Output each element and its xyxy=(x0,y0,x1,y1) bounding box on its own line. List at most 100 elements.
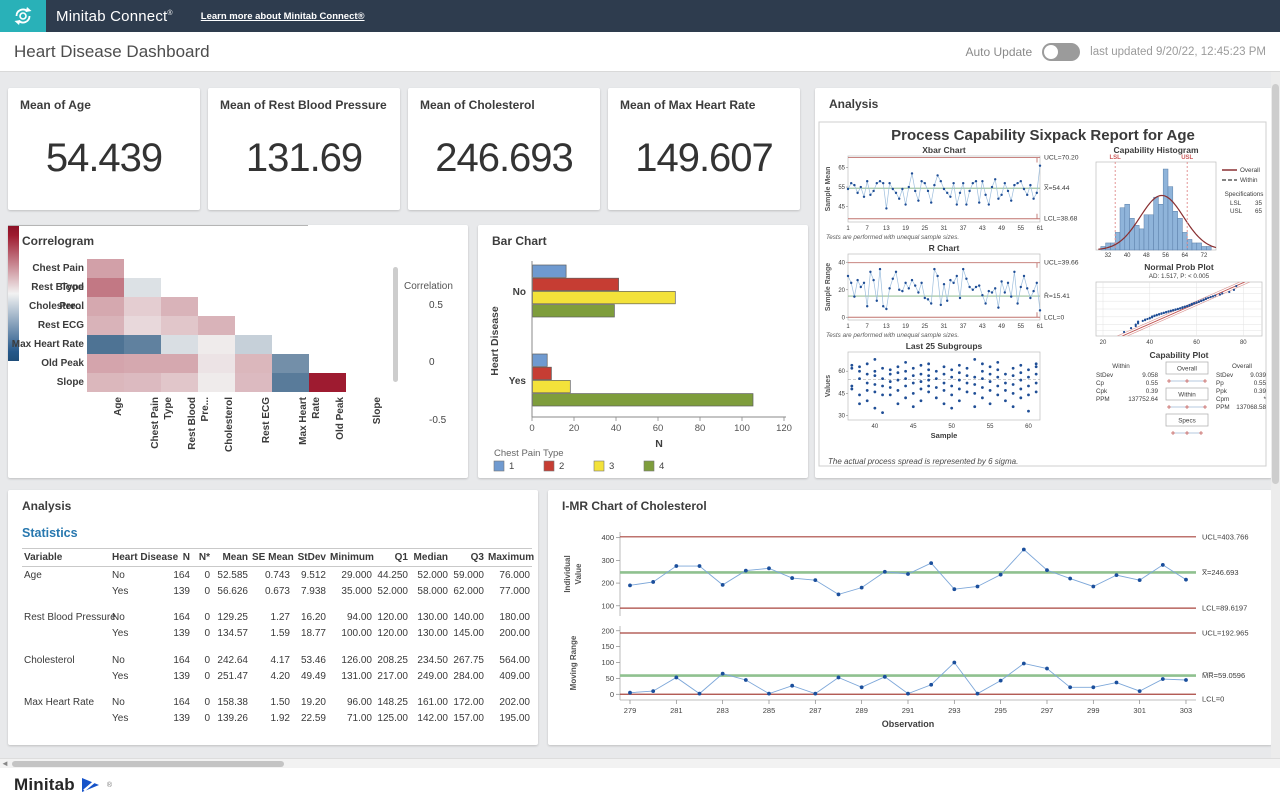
correlogram-cell[interactable] xyxy=(124,373,161,392)
svg-text:3: 3 xyxy=(609,461,614,472)
svg-text:31: 31 xyxy=(941,324,948,330)
svg-text:LCL=0: LCL=0 xyxy=(1044,314,1064,321)
svg-text:0.39: 0.39 xyxy=(1146,388,1159,395)
stats-column-header: Q1 xyxy=(374,549,410,567)
minitab-connect-logo-icon[interactable] xyxy=(0,0,46,32)
correlogram-cell[interactable] xyxy=(309,373,346,392)
correlogram-cell[interactable] xyxy=(272,354,309,373)
correlogram-cell[interactable] xyxy=(87,373,124,392)
correlogram-cell[interactable] xyxy=(87,297,124,316)
page-scrollbar-track[interactable] xyxy=(1271,72,1280,758)
correlogram-cell[interactable] xyxy=(87,335,124,354)
svg-text:40: 40 xyxy=(1146,340,1153,346)
correlogram-cell[interactable] xyxy=(161,335,198,354)
svg-text:9.058: 9.058 xyxy=(1142,372,1158,379)
svg-text:Cpm: Cpm xyxy=(1216,396,1229,403)
correlogram-cell[interactable] xyxy=(124,297,161,316)
horizontal-scrollbar-track[interactable]: ◄ xyxy=(0,758,1280,768)
svg-text:Ppk: Ppk xyxy=(1216,388,1228,395)
auto-update-toggle[interactable] xyxy=(1042,43,1080,61)
correlogram-cell[interactable] xyxy=(161,297,198,316)
svg-text:200: 200 xyxy=(601,626,614,635)
page-footer: Minitab ® xyxy=(0,768,1280,802)
svg-text:4: 4 xyxy=(659,461,664,472)
statistics-table: VariableHeart DiseaseNN*MeanSE MeanStDev… xyxy=(22,548,532,727)
svg-text:Cpk: Cpk xyxy=(1096,388,1108,395)
svg-text:Individual: Individual xyxy=(563,555,572,592)
stats-column-header: SE Mean xyxy=(250,549,292,567)
horizontal-scrollbar-thumb[interactable] xyxy=(12,761,284,767)
correlogram-cell[interactable] xyxy=(87,316,124,335)
page-scrollbar-thumb[interactable] xyxy=(1272,84,1279,484)
correlogram-cell[interactable] xyxy=(87,259,124,278)
svg-text:137068.58: 137068.58 xyxy=(1236,404,1266,411)
svg-text:56: 56 xyxy=(1162,253,1169,259)
svg-text:120: 120 xyxy=(776,423,792,434)
correlogram-cell[interactable] xyxy=(161,354,198,373)
correlogram-cell[interactable] xyxy=(235,335,272,354)
svg-text:60: 60 xyxy=(1193,340,1200,346)
svg-text:1: 1 xyxy=(509,461,514,472)
svg-text:Values: Values xyxy=(825,375,832,397)
svg-text:60: 60 xyxy=(1025,424,1032,430)
correlogram-cell[interactable] xyxy=(235,373,272,392)
correlogram-cell[interactable] xyxy=(124,354,161,373)
svg-text:55: 55 xyxy=(1017,226,1024,232)
statistics-heading[interactable]: Statistics xyxy=(22,526,78,540)
svg-text:30: 30 xyxy=(838,414,845,420)
learn-more-link[interactable]: Learn more about Minitab Connect® xyxy=(201,11,365,22)
minitab-footer-logo[interactable]: Minitab ® xyxy=(14,775,112,795)
svg-text:61: 61 xyxy=(1037,324,1044,330)
stats-table-row: AgeNo164052.5850.7439.51229.00044.25052.… xyxy=(22,567,532,584)
kpi-label: Mean of Age xyxy=(20,98,91,112)
svg-text:60: 60 xyxy=(838,369,845,375)
correlogram-row-label: Rest ECG xyxy=(8,316,84,335)
svg-text:Overall: Overall xyxy=(1177,366,1197,373)
svg-text:Normal Prob Plot: Normal Prob Plot xyxy=(1144,262,1214,272)
correlogram-column-label: Rest ECG xyxy=(260,397,273,467)
correlogram-cell[interactable] xyxy=(161,373,198,392)
kpi-label: Mean of Rest Blood Pressure xyxy=(220,98,387,112)
svg-text:0.39: 0.39 xyxy=(1254,388,1267,395)
svg-text:UCL=70.20: UCL=70.20 xyxy=(1044,155,1079,162)
svg-text:Within: Within xyxy=(1178,392,1196,399)
correlogram-scrollbar-thumb[interactable] xyxy=(393,267,398,382)
correlogram-cell[interactable] xyxy=(235,354,272,373)
svg-text:Capability Plot: Capability Plot xyxy=(1149,350,1208,360)
svg-text:64: 64 xyxy=(1181,253,1188,259)
svg-text:281: 281 xyxy=(670,706,683,715)
svg-text:USL: USL xyxy=(1181,155,1193,161)
svg-text:13: 13 xyxy=(883,226,890,232)
svg-text:35: 35 xyxy=(1255,200,1263,207)
svg-text:Heart Disease: Heart Disease xyxy=(489,306,501,376)
svg-text:291: 291 xyxy=(902,706,915,715)
svg-text:Specifications: Specifications xyxy=(1225,191,1264,198)
svg-text:287: 287 xyxy=(809,706,822,715)
svg-text:Value: Value xyxy=(574,563,583,584)
svg-text:Sample Range: Sample Range xyxy=(825,263,832,311)
correlogram-cell[interactable] xyxy=(198,354,235,373)
correlogram-cell[interactable] xyxy=(124,335,161,354)
correlogram-cell[interactable] xyxy=(124,278,161,297)
correlogram-cell[interactable] xyxy=(124,316,161,335)
correlogram-cell[interactable] xyxy=(87,278,124,297)
correlogram-cell[interactable] xyxy=(161,316,198,335)
page-header: Heart Disease Dashboard Auto Update last… xyxy=(0,32,1280,72)
svg-text:285: 285 xyxy=(763,706,776,715)
svg-text:0.55: 0.55 xyxy=(1254,380,1267,387)
svg-text:48: 48 xyxy=(1143,253,1150,259)
svg-text:StDev: StDev xyxy=(1216,372,1234,379)
correlogram-cell[interactable] xyxy=(272,373,309,392)
svg-text:PPM: PPM xyxy=(1216,404,1230,411)
correlogram-cell[interactable] xyxy=(198,373,235,392)
bar-chart-figure: NoYes020406080100120NHeart DiseaseChest … xyxy=(484,255,800,478)
correlogram-cell[interactable] xyxy=(87,354,124,373)
correlogram-cell[interactable] xyxy=(198,335,235,354)
svg-text:37: 37 xyxy=(960,324,967,330)
scroll-left-arrow-icon[interactable]: ◄ xyxy=(1,759,9,768)
correlogram-column-label: Age xyxy=(112,397,125,467)
svg-text:Tests are performed with unequ: Tests are performed with unequal sample … xyxy=(826,332,959,339)
correlogram-cell[interactable] xyxy=(198,316,235,335)
correlogram-row-label: Slope xyxy=(8,373,84,392)
svg-text:StDev: StDev xyxy=(1096,372,1114,379)
